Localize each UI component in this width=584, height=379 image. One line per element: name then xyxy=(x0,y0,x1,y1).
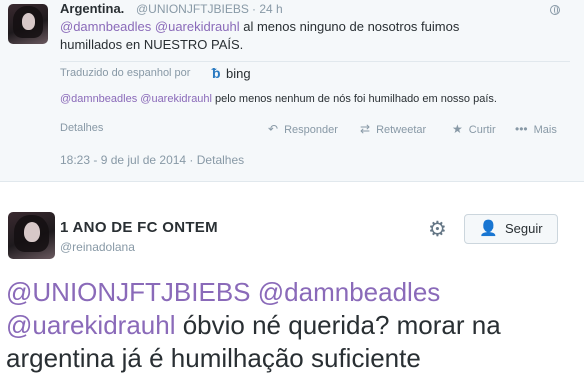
favorite-label: Curtir xyxy=(468,124,496,136)
mention-link[interactable]: @damnbeadles xyxy=(258,277,441,307)
avatar-face-shape xyxy=(23,222,40,243)
add-user-icon: 👤 xyxy=(479,220,498,237)
favorite-button[interactable]: ★ Curtir xyxy=(452,122,496,136)
more-label: Mais xyxy=(533,124,557,136)
tweet1-timestamp[interactable]: 18:23 - 9 de jul de 2014 · Detalhes xyxy=(60,153,244,167)
tweet1-author-name[interactable]: Argentina. xyxy=(60,1,124,16)
mention-link[interactable]: @damnbeadles xyxy=(60,19,151,34)
reply-icon: ↶ xyxy=(268,122,279,136)
bing-logo-icon: ᵬ xyxy=(212,65,221,81)
tweet1-time[interactable]: · 24 h xyxy=(252,2,283,16)
reply-label: Responder xyxy=(284,124,338,136)
translation-label: Traduzido do espanhol por xyxy=(60,67,191,79)
globe-icon[interactable] xyxy=(550,5,560,15)
retweet-button[interactable]: ⇄ Retweetar xyxy=(360,122,426,136)
follow-label: Seguir xyxy=(505,221,543,236)
follow-button[interactable]: 👤 Seguir xyxy=(464,214,558,244)
retweet-label: Retweetar xyxy=(376,124,427,136)
original-tweet-panel: Argentina. @UNIONJFTJBIEBS · 24 h @damnb… xyxy=(0,0,584,182)
tweet2-author-handle[interactable]: @reinadolana xyxy=(60,240,135,254)
star-icon: ★ xyxy=(452,122,463,136)
tweet2-text: @UNIONJFTJBIEBS @damnbeadles @uarekidrau… xyxy=(6,276,578,375)
reply-button[interactable]: ↶ Responder xyxy=(268,122,338,136)
tweet1-translation-body: pelo menos nenhum de nós foi humilhado e… xyxy=(212,93,497,105)
bing-label: bing xyxy=(226,66,251,81)
avatar[interactable] xyxy=(8,212,55,259)
tweet1-author-handle[interactable]: @UNIONJFTJBIEBS xyxy=(136,2,249,16)
mention-link[interactable]: @uarekidrauhl xyxy=(155,19,240,34)
tweet1-text: @damnbeadles @uarekidrauhl al menos ning… xyxy=(60,18,500,54)
more-button[interactable]: ••• Mais xyxy=(515,122,557,136)
divider xyxy=(60,61,570,62)
mention-link[interactable]: @uarekidrauhl xyxy=(6,310,175,340)
retweet-icon: ⇄ xyxy=(360,122,371,136)
tweet2-author-name[interactable]: 1 ANO DE FC ONTEM xyxy=(60,219,218,236)
gear-icon[interactable]: ⚙ xyxy=(428,217,447,242)
mention-link[interactable]: @uarekidrauhl xyxy=(140,93,212,105)
tweet1-translation: @damnbeadles @uarekidrauhl pelo menos ne… xyxy=(60,93,580,105)
more-dots-icon: ••• xyxy=(515,122,528,136)
avatar[interactable] xyxy=(8,4,48,44)
mention-link[interactable]: @damnbeadles xyxy=(60,93,137,105)
mention-link[interactable]: @UNIONJFTJBIEBS xyxy=(6,277,251,307)
details-link[interactable]: Detalhes xyxy=(60,122,103,134)
avatar-face-shape xyxy=(21,12,36,30)
